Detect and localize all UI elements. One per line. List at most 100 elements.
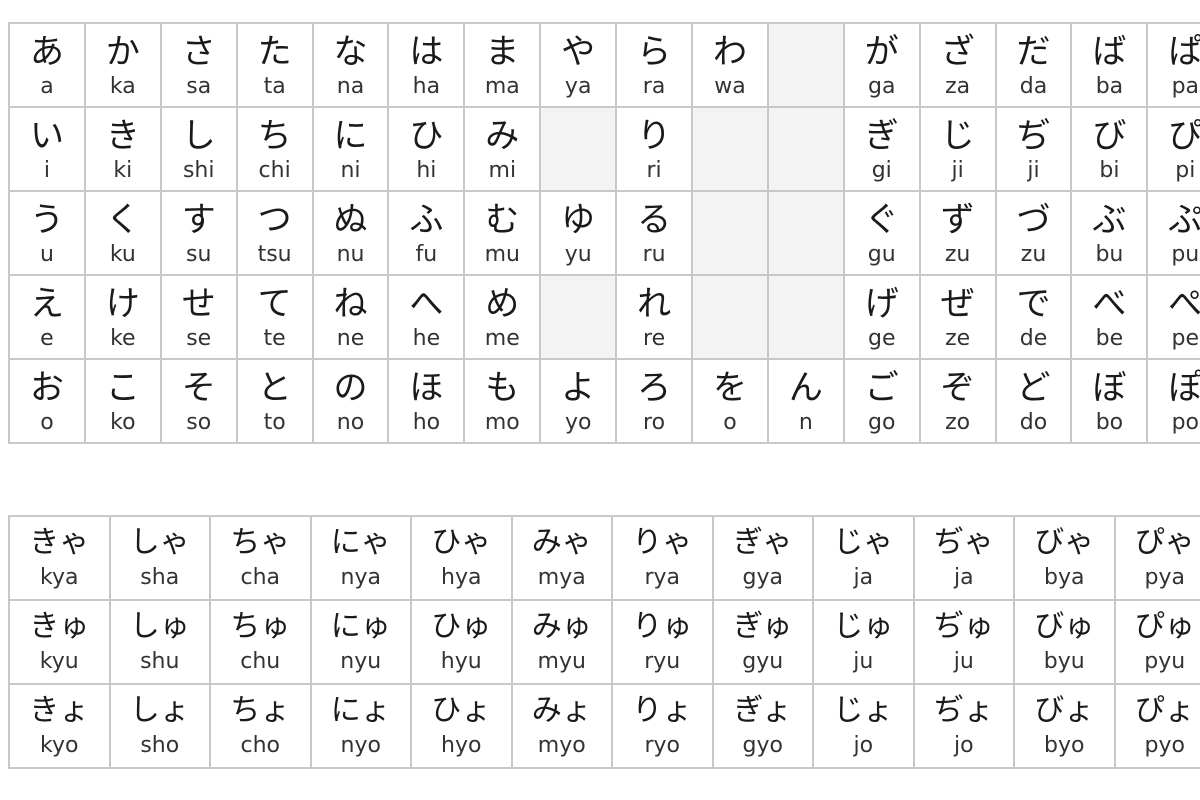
table-row: きゃ kya しゃ sha ちゃ cha にゃ nya ひゃ hya みゃ mya りゃ rya ぎゃ gya…: [8, 515, 1200, 601]
kana-character: しゃ: [129, 525, 190, 560]
kana-character: ど: [1016, 368, 1051, 408]
kana-cell: ぎゅ gyu: [711, 599, 814, 685]
kana-character: ぎゅ: [733, 609, 793, 644]
romaji-label: zu: [944, 242, 971, 267]
romaji-label: be: [1095, 326, 1124, 351]
romaji-label: shu: [140, 649, 180, 674]
romaji-label: zo: [945, 410, 971, 435]
kana-character: み: [485, 116, 520, 156]
kana-cell: ちゅ chu: [209, 599, 312, 685]
romaji-label: nyu: [340, 649, 382, 674]
romaji-label: yu: [564, 242, 592, 267]
kana-cell: ま ma: [463, 22, 542, 108]
kana-character: と: [257, 368, 292, 408]
kana-cell: ず zu: [918, 190, 997, 276]
romaji-label: cha: [240, 565, 281, 590]
romaji-label: pyu: [1144, 649, 1186, 674]
kana-character: て: [257, 284, 292, 324]
kana-character: じょ: [833, 693, 894, 728]
kana-character: みゃ: [531, 525, 592, 560]
kana-character: ぴ: [1168, 116, 1200, 156]
kana-cell: ゆ yu: [539, 190, 618, 276]
kana-cell: ぢゅ ju: [912, 599, 1015, 685]
kana-character: び: [1092, 116, 1127, 156]
kana-cell: な na: [311, 22, 390, 108]
kana-character: ぎょ: [733, 693, 793, 728]
kana-cell: び bi: [1070, 106, 1149, 192]
kana-character: く: [105, 200, 140, 240]
kana-character: へ: [409, 284, 444, 324]
kana-character: ぞ: [940, 368, 975, 408]
romaji-label: no: [336, 410, 365, 435]
kana-cell: の no: [311, 358, 390, 444]
table-row: きょ kyo しょ sho ちょ cho にょ nyo ひょ hyo みょ myo りょ ryo ぎょ gyo…: [8, 683, 1200, 769]
kana-character: ぽ: [1168, 368, 1200, 408]
romaji-label: ki: [113, 158, 133, 183]
kana-cell: びゃ bya: [1013, 515, 1116, 601]
kana-character: ぎゃ: [733, 525, 793, 560]
kana-cell: ぢょ jo: [912, 683, 1015, 769]
romaji-label: wa: [714, 74, 746, 99]
romaji-label: rya: [644, 565, 681, 590]
romaji-label: pu: [1171, 242, 1200, 267]
kana-cell: えe: [8, 274, 86, 360]
kana-cell: ぽ po: [1146, 358, 1200, 444]
kana-cell: いi: [8, 106, 86, 192]
romaji-label: ku: [109, 242, 136, 267]
romaji-label: mya: [537, 565, 586, 590]
kana-character: を: [712, 368, 747, 408]
kana-character: きゅ: [29, 609, 90, 644]
kana-cell: みゃ mya: [510, 515, 613, 601]
kana-cell: れ re: [615, 274, 694, 360]
kana-character: し: [181, 116, 216, 156]
table-row: う u く ku す su つ tsu ぬ nu ふ fu む mu ゆ yu る ru ぐ gu ず zu づ zu ぶ bu ぷ…: [8, 190, 1200, 276]
romaji-label: cho: [240, 733, 281, 758]
kana-cell: りょ ryo: [611, 683, 714, 769]
kana-character: な: [333, 32, 368, 72]
kana-character: ぴゃ: [1134, 525, 1195, 560]
kana-character: そ: [181, 368, 216, 408]
kana-character: ち: [257, 116, 292, 156]
kana-character: ぢょ: [933, 693, 994, 728]
kana-cell: か ka: [83, 22, 162, 108]
kana-character: みょ: [531, 693, 592, 728]
basic-hiragana-table: あ a か ka さ sa た ta な na は ha ま ma や ya ら ra わ wa が ga ざ za だ da ば b…: [8, 22, 1200, 444]
kana-character: ちょ: [230, 693, 291, 728]
kana-cell: こ ko: [83, 358, 162, 444]
kana-character: す: [181, 200, 216, 240]
kana-cell: ぴょ pyo: [1113, 683, 1200, 769]
romaji-label: se: [186, 326, 212, 351]
kana-cell: ぢ ji: [994, 106, 1073, 192]
romaji-label: de: [1019, 326, 1048, 351]
kana-cell: しゅ shu: [108, 599, 211, 685]
romaji-label: kyu: [39, 649, 79, 674]
kana-cell: びょ byo: [1013, 683, 1116, 769]
kana-character: い: [29, 116, 64, 156]
kana-character: べ: [1092, 284, 1127, 324]
kana-cell: ぼ bo: [1070, 358, 1149, 444]
romaji-label: ryo: [644, 733, 681, 758]
romaji-label: myu: [537, 649, 586, 674]
kana-character: げ: [864, 284, 899, 324]
kana-cell: き ki: [83, 106, 162, 192]
kana-cell: じょ jo: [812, 683, 915, 769]
romaji-label: ma: [484, 74, 520, 99]
kana-cell: ぺ pe: [1146, 274, 1200, 360]
kana-cell: べ be: [1070, 274, 1149, 360]
romaji-label: sho: [140, 733, 180, 758]
kana-character: ぜ: [940, 284, 975, 324]
romaji-label: za: [945, 74, 971, 99]
kana-cell: ご go: [842, 358, 921, 444]
romaji-label: gyo: [742, 733, 783, 758]
romaji-label: go: [868, 410, 896, 435]
table-row: きゅ kyu しゅ shu ちゅ chu にゅ nyu ひゅ hyu みゅ myu りゅ ryu ぎゅ gyu…: [8, 599, 1200, 685]
romaji-label: nya: [340, 565, 381, 590]
romaji-label: ze: [945, 326, 971, 351]
kana-cell: ひ hi: [387, 106, 466, 192]
romaji-label: da: [1019, 74, 1048, 99]
romaji-label: su: [186, 242, 212, 267]
kana-cell: る ru: [615, 190, 694, 276]
romaji-label: ra: [642, 74, 666, 99]
empty-cell: [691, 190, 769, 276]
kana-character: ず: [940, 200, 975, 240]
